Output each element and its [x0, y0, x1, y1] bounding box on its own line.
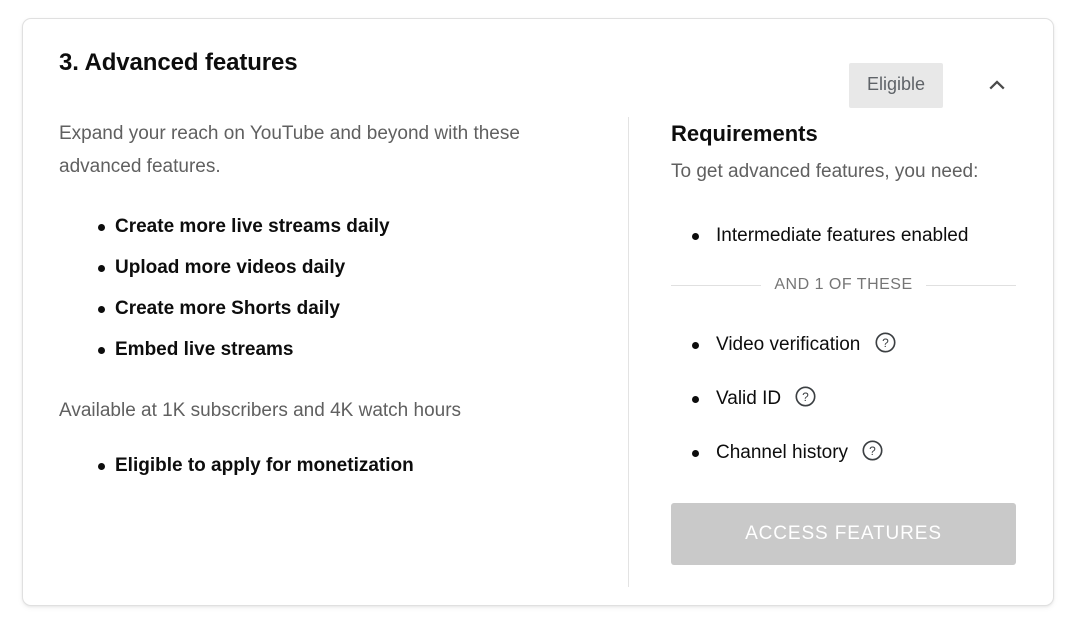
- list-item: Eligible to apply for monetization: [59, 445, 608, 486]
- bullet-icon: [98, 224, 105, 231]
- access-features-button[interactable]: ACCESS FEATURES: [671, 503, 1016, 565]
- availability-note: Available at 1K subscribers and 4K watch…: [59, 397, 608, 425]
- list-item: Valid ID ?: [671, 372, 1033, 426]
- chevron-up-icon: [984, 72, 1010, 98]
- monetization-features-list: Eligible to apply for monetization: [59, 445, 608, 486]
- base-requirements-list: Intermediate features enabled: [671, 209, 1033, 263]
- bullet-icon: [98, 463, 105, 470]
- list-item-label: Embed live streams: [115, 339, 293, 360]
- help-circle-icon[interactable]: ?: [874, 331, 897, 354]
- bullet-icon: [98, 265, 105, 272]
- list-item-label: Create more live streams daily: [115, 216, 390, 237]
- status-badge: Eligible: [849, 63, 943, 108]
- list-item-label: Channel history: [716, 442, 848, 463]
- requirements-column: Requirements To get advanced features, y…: [629, 117, 1053, 587]
- list-item-label: Create more Shorts daily: [115, 298, 340, 319]
- svg-text:?: ?: [882, 336, 889, 350]
- divider-rule-right: [926, 285, 1016, 286]
- requirements-subtitle: To get advanced features, you need:: [671, 158, 1033, 185]
- and-one-of-these-divider: AND 1 OF THESE: [671, 276, 1016, 294]
- divider-rule-left: [671, 285, 761, 286]
- bullet-icon: [692, 342, 699, 349]
- list-item: Create more live streams daily: [59, 206, 608, 247]
- list-item-label: Upload more videos daily: [115, 257, 345, 278]
- features-lead-text: Expand your reach on YouTube and beyond …: [59, 117, 539, 183]
- bullet-icon: [692, 396, 699, 403]
- list-item-label: Valid ID: [716, 388, 781, 409]
- list-item: Channel history ?: [671, 426, 1033, 480]
- alternative-requirements-list: Video verification ? Valid ID ?: [671, 318, 1033, 480]
- features-column: Expand your reach on YouTube and beyond …: [23, 117, 628, 587]
- list-item: Create more Shorts daily: [59, 288, 608, 329]
- bullet-icon: [98, 347, 105, 354]
- page-title: 3. Advanced features: [59, 49, 298, 77]
- advanced-features-list: Create more live streams daily Upload mo…: [59, 206, 608, 370]
- list-item-label: Intermediate features enabled: [716, 225, 968, 246]
- bullet-icon: [692, 450, 699, 457]
- bullet-icon: [692, 233, 699, 240]
- help-circle-icon[interactable]: ?: [861, 439, 884, 462]
- divider-label: AND 1 OF THESE: [761, 276, 925, 294]
- card-header: 3. Advanced features Eligible: [23, 19, 1053, 117]
- collapse-section-button[interactable]: [975, 63, 1019, 107]
- list-item: Embed live streams: [59, 329, 608, 370]
- list-item: Video verification ?: [671, 318, 1033, 372]
- advanced-features-card: 3. Advanced features Eligible Expand you…: [22, 18, 1054, 606]
- bullet-icon: [98, 306, 105, 313]
- svg-text:?: ?: [869, 444, 876, 458]
- svg-text:?: ?: [803, 390, 810, 404]
- help-circle-icon[interactable]: ?: [794, 385, 817, 408]
- card-body: Expand your reach on YouTube and beyond …: [23, 117, 1053, 587]
- list-item-label: Video verification: [716, 334, 860, 355]
- list-item-label: Eligible to apply for monetization: [115, 455, 414, 476]
- list-item: Intermediate features enabled: [671, 209, 1033, 263]
- list-item: Upload more videos daily: [59, 247, 608, 288]
- requirements-title: Requirements: [671, 117, 1033, 149]
